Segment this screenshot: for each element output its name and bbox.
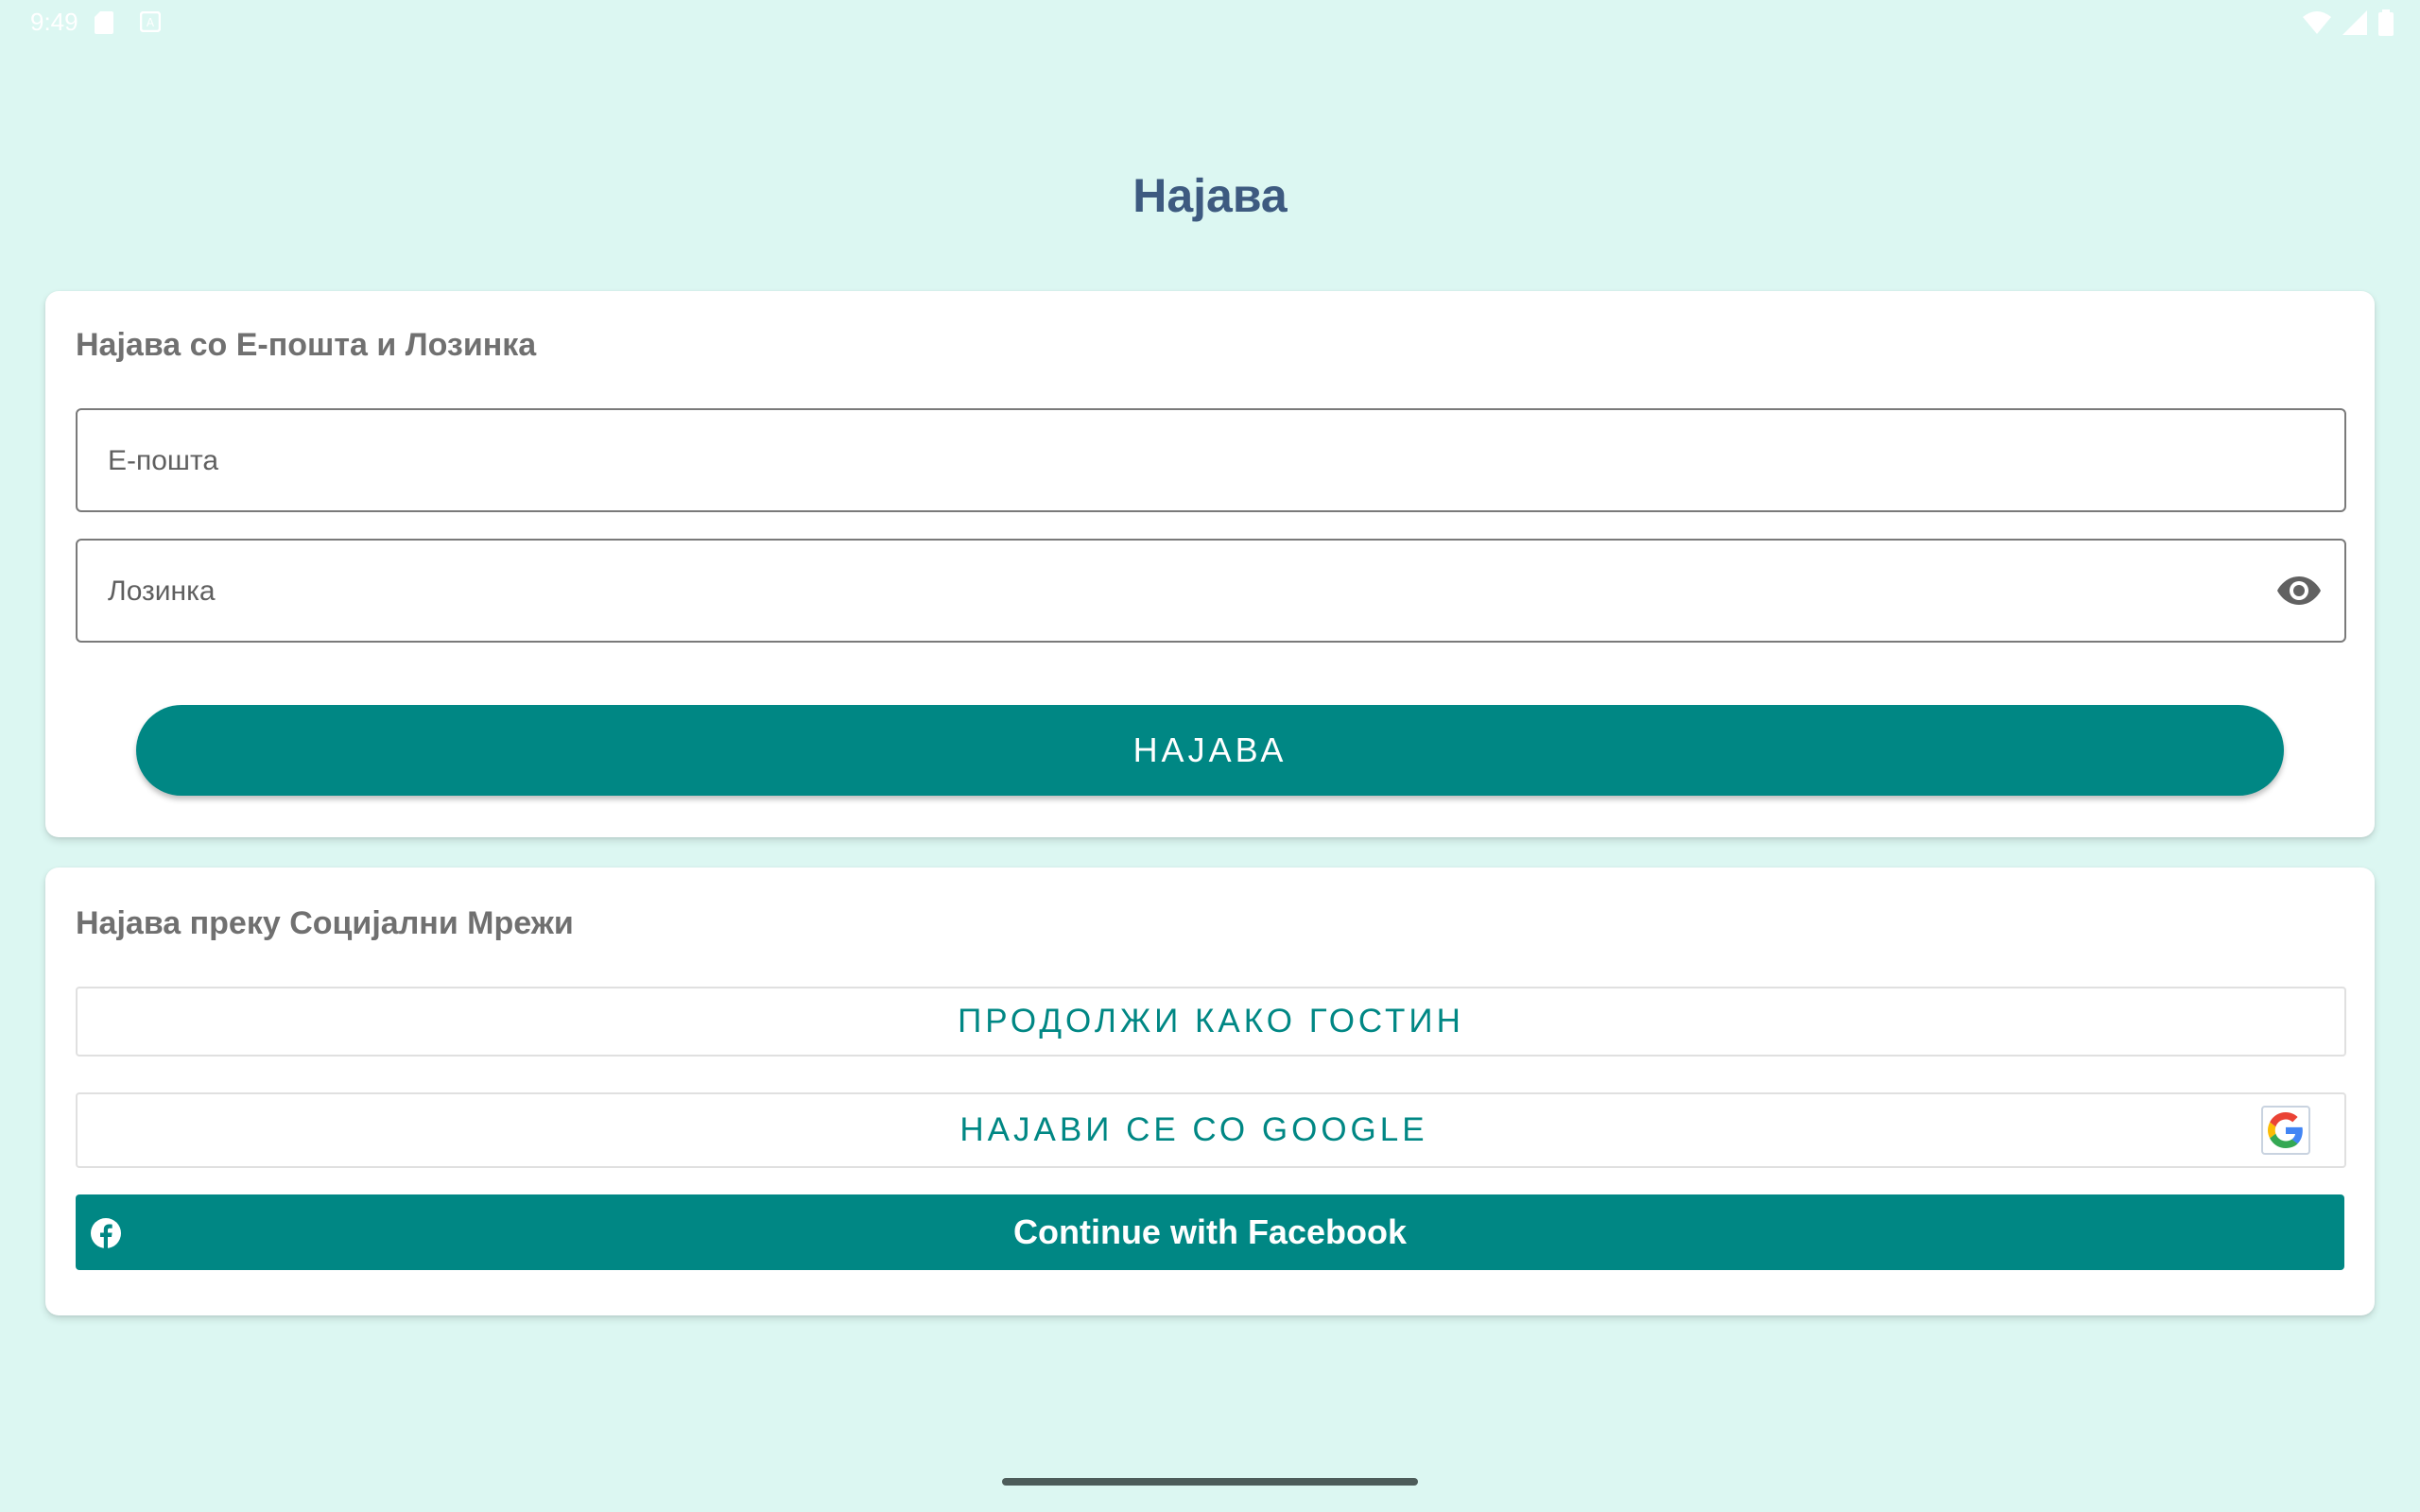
password-input[interactable] xyxy=(106,541,2246,643)
password-field[interactable] xyxy=(76,539,2346,643)
social-login-card: Најава преку Социјални Мрежи ПРОДОЛЖИ КА… xyxy=(45,868,2375,1315)
eye-icon[interactable] xyxy=(2276,573,2322,609)
google-signin-button[interactable]: НАЈАВИ СЕ СО GOOGLE xyxy=(76,1092,2346,1168)
status-icons xyxy=(2303,9,2394,41)
facebook-signin-button[interactable]: Continue with Facebook xyxy=(76,1194,2344,1270)
status-bar: 9:49 A xyxy=(0,0,2420,45)
facebook-signin-label: Continue with Facebook xyxy=(1012,1212,1407,1251)
email-login-heading: Најава со Е-пошта и Лозинка xyxy=(76,327,537,363)
sd-card-icon xyxy=(95,11,113,34)
svg-text:A: A xyxy=(147,16,155,29)
login-button[interactable]: НАЈАВА xyxy=(136,705,2284,796)
google-icon xyxy=(2261,1106,2310,1155)
social-login-heading: Најава преку Социјални Мрежи xyxy=(76,905,574,941)
google-signin-label: НАЈАВИ СЕ СО GOOGLE xyxy=(959,1111,1428,1148)
continue-as-guest-label: ПРОДОЛЖИ КАКО ГОСТИН xyxy=(958,1003,1464,1040)
facebook-icon xyxy=(91,1217,121,1248)
email-field[interactable] xyxy=(76,408,2346,512)
wifi-icon xyxy=(2303,11,2331,39)
notification-icon: A xyxy=(139,10,162,34)
page-title: Најава xyxy=(1132,169,1288,222)
email-input[interactable] xyxy=(106,410,2246,512)
gesture-nav-handle[interactable] xyxy=(1002,1478,1418,1486)
continue-as-guest-button[interactable]: ПРОДОЛЖИ КАКО ГОСТИН xyxy=(76,987,2346,1057)
signal-icon xyxy=(2342,10,2367,40)
email-login-card: Најава со Е-пошта и Лозинка НАЈАВА xyxy=(45,291,2375,837)
battery-icon xyxy=(2378,9,2394,41)
status-time: 9:49 xyxy=(30,8,78,36)
